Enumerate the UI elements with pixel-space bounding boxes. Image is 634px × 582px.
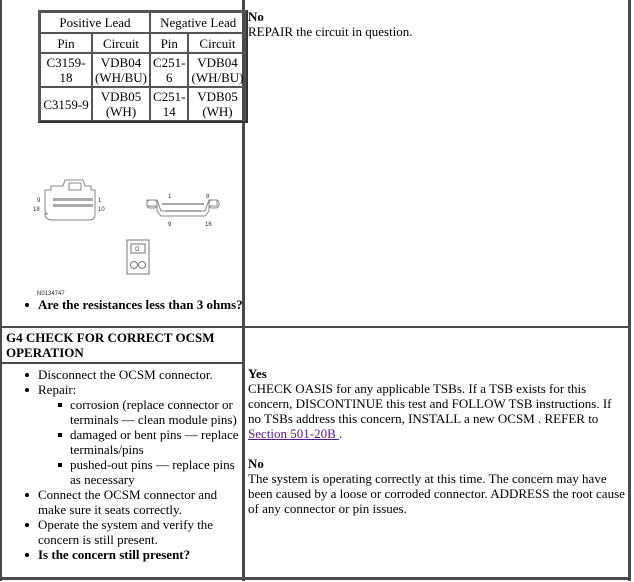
table-row-divider (0, 326, 631, 328)
pin-label: 10 (98, 207, 105, 213)
no-text: REPAIR the circuit in question. (248, 24, 413, 39)
neg-pin-cell: C251-14 (149, 87, 189, 121)
repair-list: corrosion (replace connector or terminal… (58, 397, 242, 487)
no-text: The system is operating correctly at thi… (248, 471, 625, 516)
repair-item: corrosion (replace connector or terminal… (58, 397, 242, 427)
pin-label: 8 (206, 194, 210, 200)
column-header: Pin (40, 33, 92, 53)
table-border-bottom (0, 577, 631, 580)
g4-steps-list: Disconnect the OCSM connector. Repair: c… (25, 367, 242, 562)
dlc-connector-c251-icon (146, 199, 220, 217)
neg-pin-cell: C251-6 (149, 53, 189, 87)
yes-text: CHECK OASIS for any applicable TSBs. If … (248, 381, 612, 426)
step-item: Operate the system and verify the concer… (25, 517, 242, 547)
pin-label: 16 (205, 222, 212, 228)
table-border-right (628, 0, 631, 581)
step-item: Disconnect the OCSM connector. (25, 367, 242, 382)
no-label: No (248, 9, 264, 24)
g4-yes-result: Yes CHECK OASIS for any applicable TSBs.… (248, 366, 626, 441)
repair-item: damaged or bent pins — replace terminals… (58, 427, 242, 457)
pin-circuit-table: Positive Lead Negative Lead Pin Circuit … (38, 10, 249, 123)
pin-label: 1 (168, 194, 172, 200)
pin-label: 1 (98, 198, 102, 204)
repair-label: Repair: (38, 382, 77, 397)
table-row: C3159-9 VDB05 (WH) C251-14 VDB05 (WH) (40, 87, 247, 121)
pin-label: 9 (37, 198, 41, 204)
column-header: Circuit (188, 33, 247, 53)
connector-c3159-icon (44, 179, 96, 221)
concern-question: Is the concern still present? (25, 547, 242, 562)
connector-diagram: 9 1 18 10 1 8 9 16 Ω (33, 179, 220, 275)
repair-item: pushed-out pins — replace pins as necess… (58, 457, 242, 487)
column-header: Circuit (92, 33, 150, 53)
heading-divider (0, 362, 245, 364)
ohm-symbol: Ω (135, 247, 140, 253)
ohmmeter-icon (126, 239, 150, 275)
negative-lead-header: Negative Lead (149, 12, 247, 33)
pos-circuit-cell: VDB05 (WH) (92, 87, 150, 121)
pos-circuit-cell: VDB04 (WH/BU) (92, 53, 150, 87)
yes-label: Yes (248, 366, 267, 381)
table-row: C3159-18 VDB04 (WH/BU) C251-6 VDB04 (WH/… (40, 53, 247, 87)
yes-tail: . (339, 426, 343, 441)
g4-no-result: No The system is operating correctly at … (248, 456, 626, 516)
question-text: Are the resistances less than 3 ohms? (38, 297, 243, 312)
no-label: No (248, 456, 264, 471)
g3-no-result: No REPAIR the circuit in question. (248, 9, 626, 39)
table-border-left (0, 0, 2, 581)
pin-label: 18 (33, 207, 40, 213)
neg-circuit-cell: VDB05 (WH) (188, 87, 247, 121)
section-link[interactable]: Section 501-20B (248, 426, 339, 441)
pos-pin-cell: C3159-9 (40, 87, 92, 121)
step-item: Repair: corrosion (replace connector or … (25, 382, 242, 487)
column-header: Pin (149, 33, 189, 53)
neg-circuit-cell: VDB04 (WH/BU) (188, 53, 247, 87)
step-item: Connect the OCSM connector and make sure… (25, 487, 242, 517)
g4-heading: G4 CHECK FOR CORRECT OCSM OPERATION (6, 330, 215, 360)
resistance-question: Are the resistances less than 3 ohms? (25, 297, 243, 312)
pin-label: 9 (168, 222, 172, 228)
positive-lead-header: Positive Lead (40, 12, 150, 33)
pos-pin-cell: C3159-18 (40, 53, 92, 87)
